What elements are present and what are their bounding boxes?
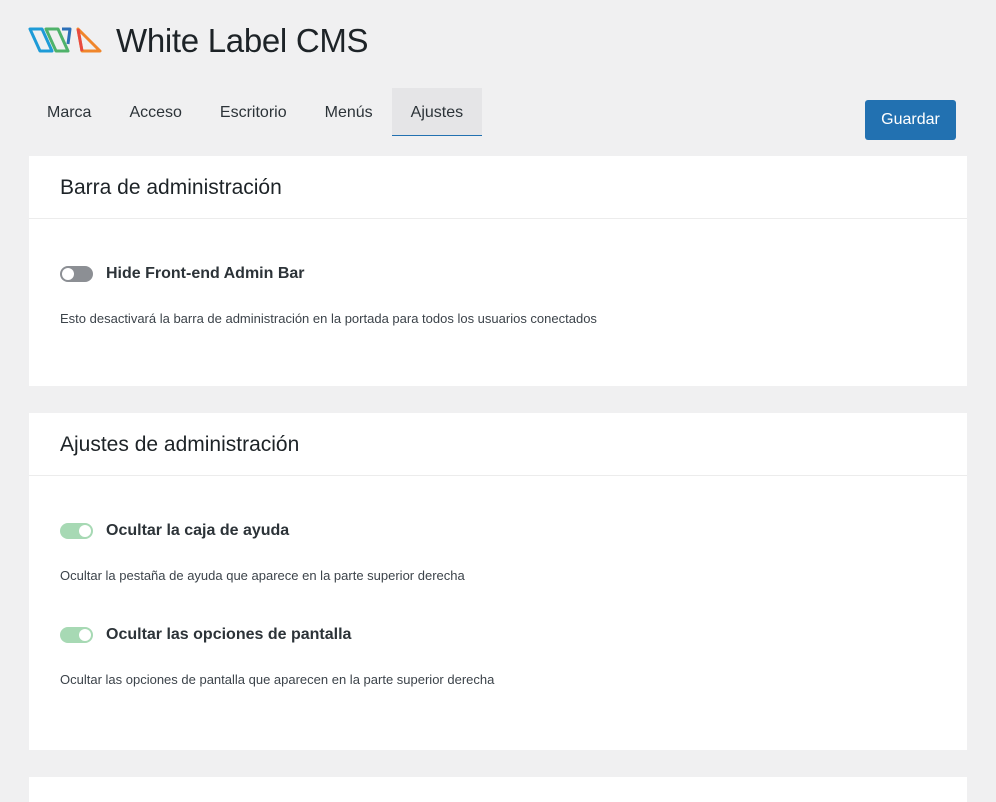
- app-title: White Label CMS: [116, 22, 369, 59]
- setting-label: Ocultar las opciones de pantalla: [106, 626, 352, 643]
- header: White Label CMS: [28, 22, 369, 60]
- card-body: Hide Front-end Admin Bar Esto desactivar…: [29, 219, 967, 326]
- tab-marca[interactable]: Marca: [28, 88, 110, 136]
- setting-hide-screen-options: Ocultar las opciones de pantalla Ocultar…: [60, 626, 936, 687]
- tab-ajustes[interactable]: Ajustes: [391, 88, 483, 136]
- hide-screen-options-toggle[interactable]: [60, 627, 93, 643]
- setting-row: Ocultar la caja de ayuda: [60, 522, 936, 540]
- tab-menus[interactable]: Menús: [306, 88, 392, 136]
- admin-bar-card: Barra de administración Hide Front-end A…: [29, 156, 967, 386]
- logo: [28, 27, 102, 53]
- setting-label: Ocultar la caja de ayuda: [106, 522, 290, 539]
- section-title: Barra de administración: [60, 176, 282, 199]
- hide-admin-bar-toggle[interactable]: [60, 266, 93, 282]
- hide-help-box-toggle[interactable]: [60, 523, 93, 539]
- setting-hide-admin-bar: Hide Front-end Admin Bar Esto desactivar…: [60, 265, 936, 326]
- settings-tabs: Marca Acceso Escritorio Menús Ajustes: [28, 88, 483, 136]
- tab-acceso[interactable]: Acceso: [110, 88, 200, 136]
- toggle-knob: [62, 268, 74, 280]
- setting-row: Hide Front-end Admin Bar: [60, 265, 936, 283]
- setting-description: Ocultar la pestaña de ayuda que aparece …: [60, 568, 465, 583]
- setting-label: Hide Front-end Admin Bar: [106, 265, 305, 282]
- card-header: Ajustes de administración: [29, 413, 967, 476]
- toggle-knob: [79, 525, 91, 537]
- section-title: Ajustes de administración: [60, 433, 300, 456]
- setting-row: Ocultar las opciones de pantalla: [60, 626, 936, 644]
- next-section-card: [29, 777, 967, 802]
- setting-hide-help-box: Ocultar la caja de ayuda Ocultar la pest…: [60, 522, 936, 583]
- save-button[interactable]: Guardar: [865, 100, 956, 140]
- card-body: Ocultar la caja de ayuda Ocultar la pest…: [29, 476, 967, 687]
- card-header: Barra de administración: [29, 156, 967, 219]
- setting-description: Ocultar las opciones de pantalla que apa…: [60, 672, 495, 687]
- setting-description: Esto desactivará la barra de administrac…: [60, 311, 597, 326]
- toggle-knob: [79, 629, 91, 641]
- admin-settings-card: Ajustes de administración Ocultar la caj…: [29, 413, 967, 750]
- tab-escritorio[interactable]: Escritorio: [201, 88, 306, 136]
